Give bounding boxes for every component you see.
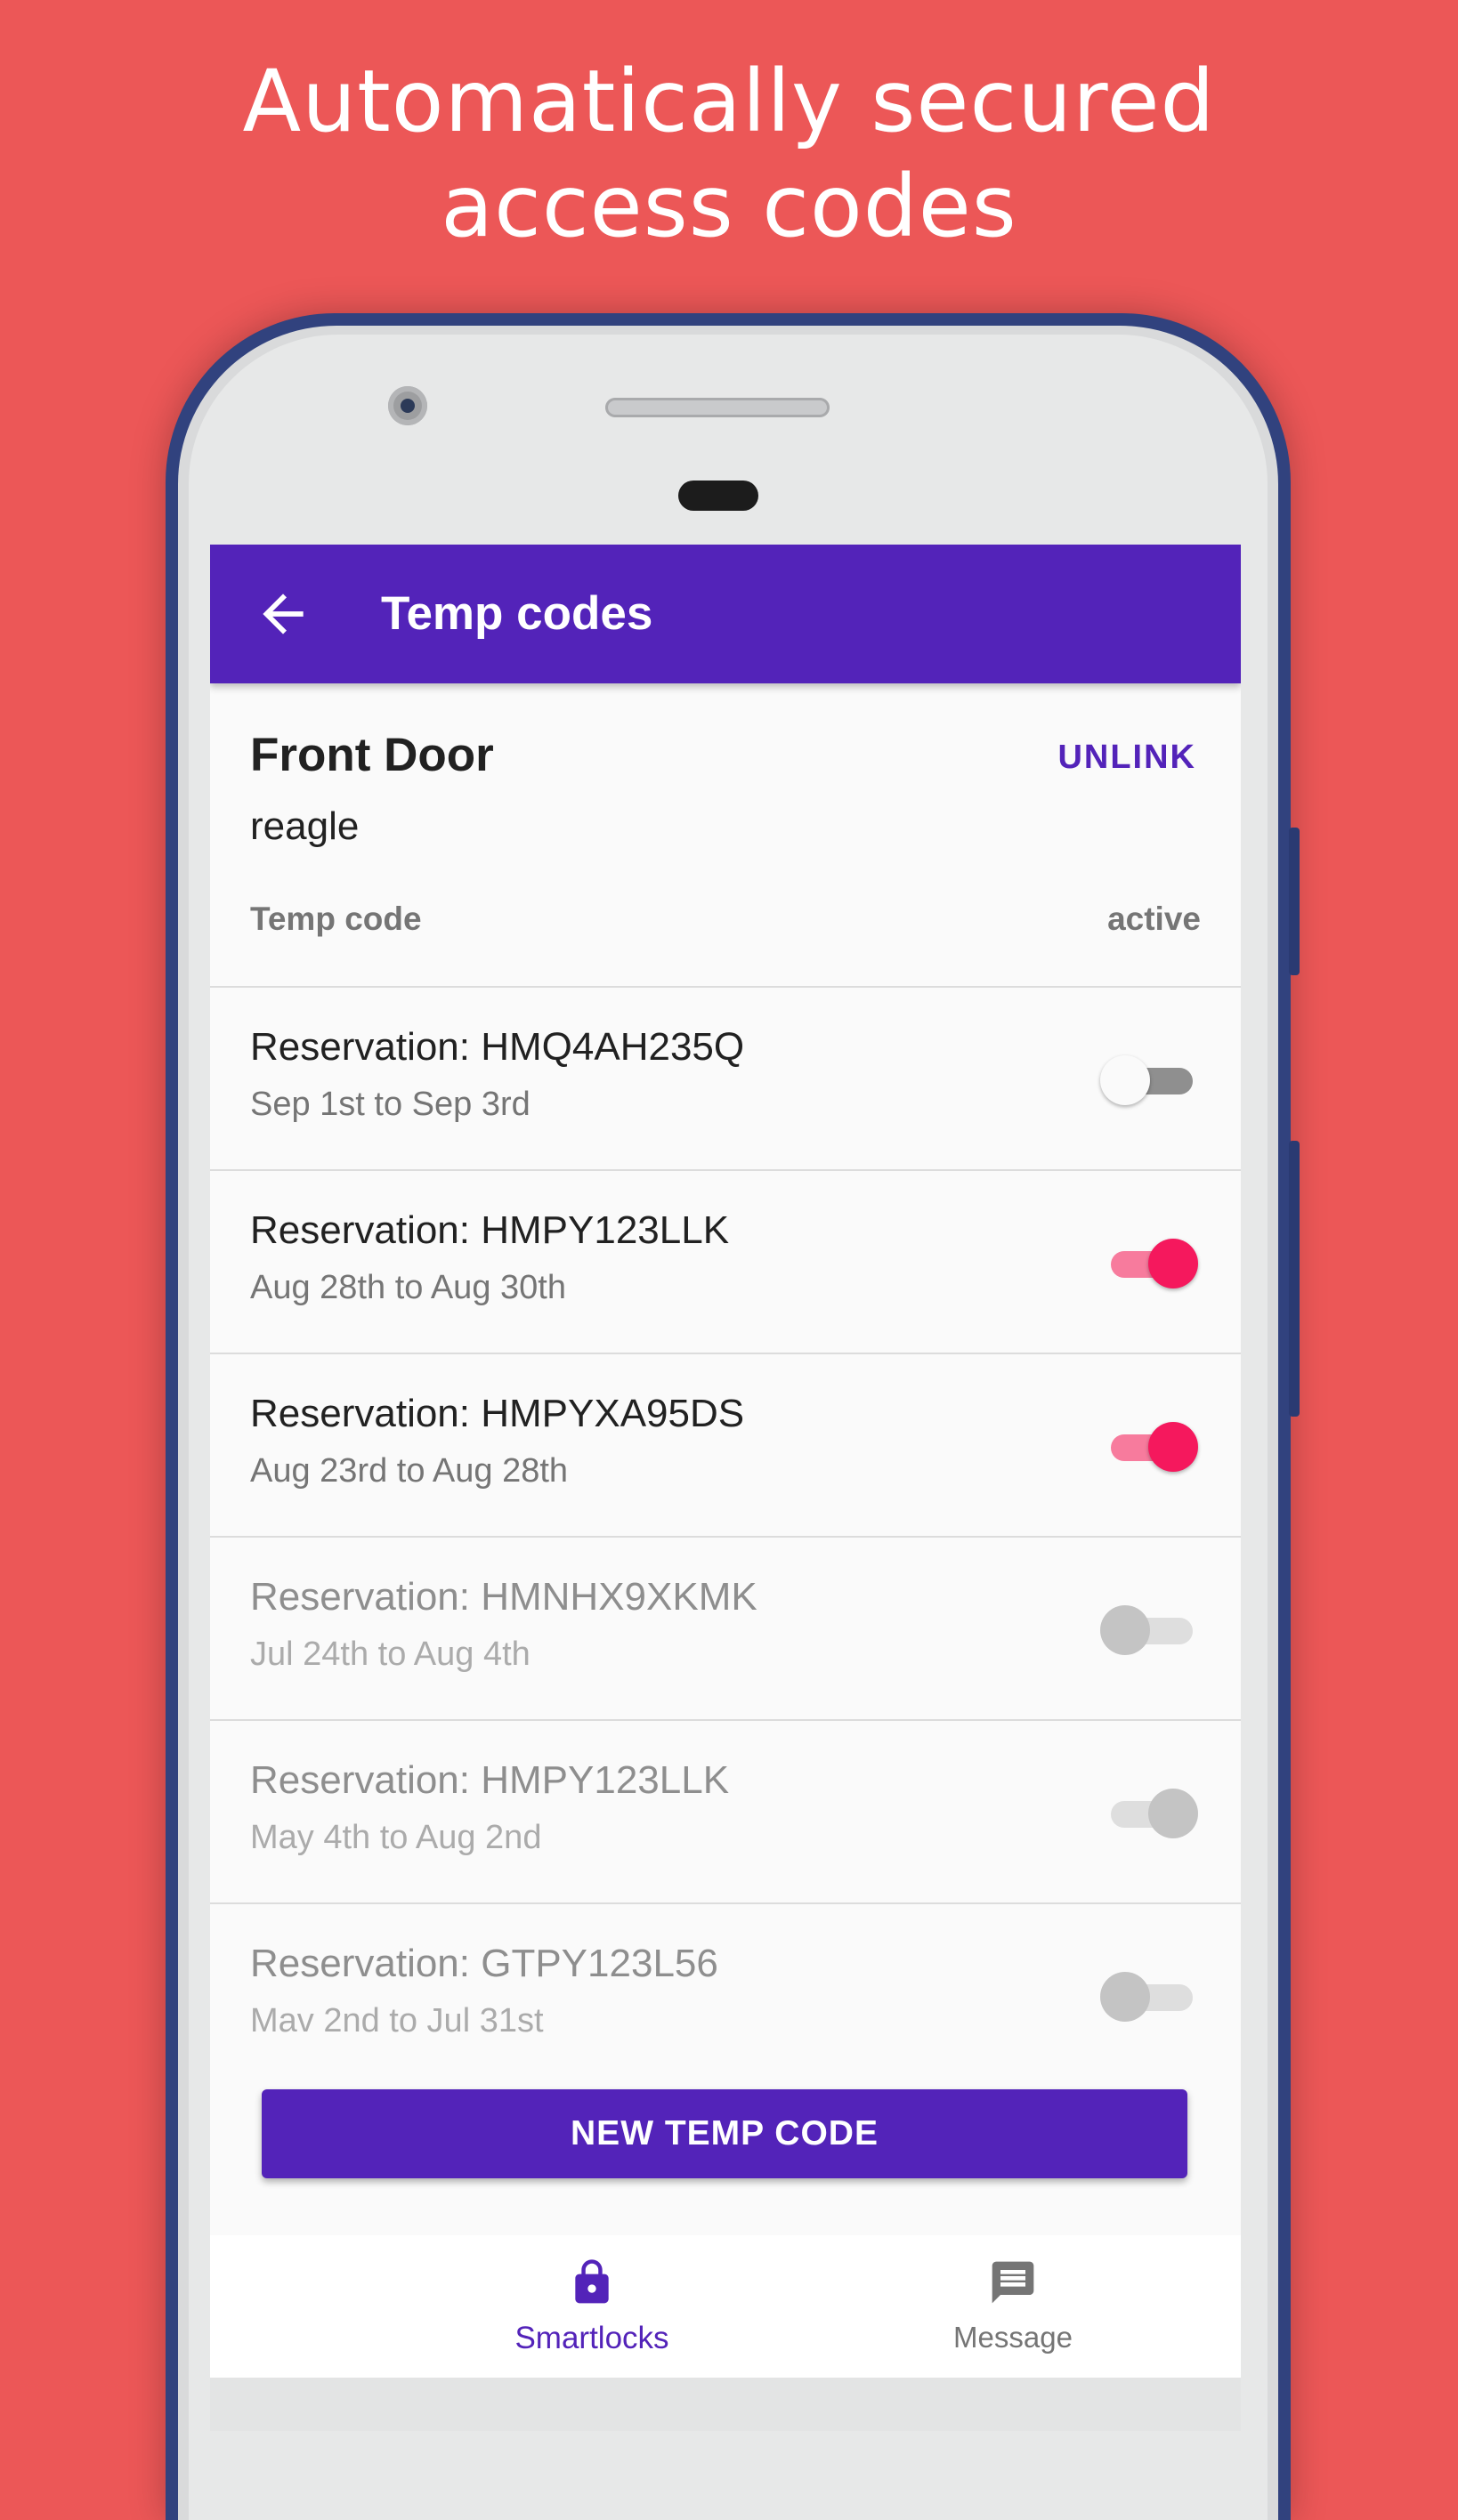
column-header-active: active — [1107, 901, 1201, 937]
switch-thumb — [1148, 1239, 1198, 1288]
app-bar: Temp codes — [210, 545, 1241, 683]
promo-headline: Automatically secured access codes — [0, 49, 1458, 259]
list-item[interactable]: Reservation: HMQ4AH235Q Sep 1st to Sep 3… — [210, 986, 1241, 1169]
proximity-sensor — [678, 481, 758, 511]
code-title: Reservation: HMPY123LLK — [250, 1758, 730, 1802]
unlink-button[interactable]: UNLINK — [1057, 739, 1196, 777]
active-switch[interactable] — [1100, 1054, 1198, 1107]
switch-thumb — [1100, 1605, 1150, 1655]
code-dates: Aug 23rd to Aug 28th — [250, 1452, 569, 1490]
nav-label-message: Message — [953, 2321, 1073, 2354]
code-dates: Aug 28th to Aug 30th — [250, 1269, 566, 1306]
nav-item-smartlocks[interactable]: Smartlocks — [458, 2235, 725, 2378]
active-switch[interactable] — [1100, 1237, 1198, 1290]
switch-thumb — [1148, 1789, 1198, 1838]
switch-thumb — [1148, 1422, 1198, 1472]
headline-line-1: Automatically secured — [242, 52, 1216, 151]
headline-line-2: access codes — [441, 157, 1017, 256]
list-item[interactable]: Reservation: GTPY123L56 Mav 2nd to Jul 3… — [210, 1902, 1241, 2086]
list-item[interactable]: Reservation: HMPY123LLK May 4th to Aug 2… — [210, 1719, 1241, 1902]
temp-code-list: Reservation: HMQ4AH235Q Sep 1st to Sep 3… — [210, 986, 1241, 2086]
lock-icon — [575, 2259, 609, 2304]
code-title: Reservation: HMNHX9XKMK — [250, 1575, 757, 1619]
phone-side-button-lower — [1289, 1141, 1300, 1417]
nav-label-smartlocks: Smartlocks — [514, 2321, 669, 2355]
code-dates: Jul 24th to Aug 4th — [250, 1636, 531, 1673]
active-switch[interactable] — [1100, 1603, 1198, 1657]
code-title: Reservation: GTPY123L56 — [250, 1942, 718, 1985]
page-title: Temp codes — [381, 587, 653, 640]
code-title: Reservation: HMPYXA95DS — [250, 1392, 745, 1435]
earpiece-speaker — [605, 398, 830, 417]
active-switch[interactable] — [1100, 1420, 1198, 1474]
code-title: Reservation: HMQ4AH235Q — [250, 1025, 745, 1069]
code-dates: Sep 1st to Sep 3rd — [250, 1086, 531, 1123]
front-camera — [388, 386, 427, 425]
phone-chin — [210, 2378, 1241, 2431]
lock-owner: reagle — [250, 804, 360, 848]
arrow-left-icon[interactable] — [253, 584, 313, 644]
phone-side-button-upper — [1289, 828, 1300, 975]
active-switch[interactable] — [1100, 1970, 1198, 2023]
code-title: Reservation: HMPY123LLK — [250, 1208, 730, 1252]
list-item[interactable]: Reservation: HMPY123LLK Aug 28th to Aug … — [210, 1169, 1241, 1353]
column-header-temp-code: Temp code — [250, 901, 422, 937]
code-dates: Mav 2nd to Jul 31st — [250, 2002, 544, 2039]
nav-item-message[interactable]: Message — [879, 2235, 1146, 2378]
active-switch[interactable] — [1100, 1787, 1198, 1840]
bottom-navigation: Smartlocks Message — [210, 2235, 1241, 2378]
lock-name: Front Door — [250, 729, 494, 781]
list-item[interactable]: Reservation: HMNHX9XKMK Jul 24th to Aug … — [210, 1536, 1241, 1719]
list-item[interactable]: Reservation: HMPYXA95DS Aug 23rd to Aug … — [210, 1353, 1241, 1536]
code-dates: May 4th to Aug 2nd — [250, 1819, 542, 1856]
new-temp-code-button[interactable]: NEW TEMP CODE — [262, 2089, 1187, 2178]
switch-thumb — [1100, 1972, 1150, 2022]
message-icon — [992, 2261, 1034, 2304]
app-screen: Temp codes Front Door UNLINK reagle Temp… — [210, 545, 1241, 2378]
switch-thumb — [1100, 1055, 1150, 1105]
